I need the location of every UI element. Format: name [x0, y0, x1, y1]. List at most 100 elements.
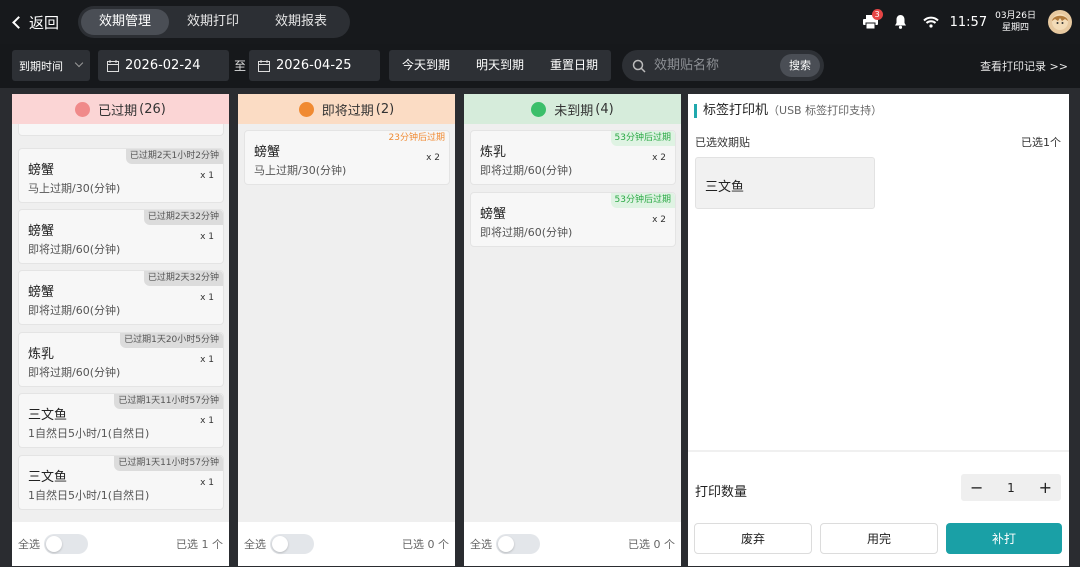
- list-item[interactable]: 三文鱼 1自然日5小时/1(自然日) x 1 已过期1天11小时57分钟: [18, 393, 224, 448]
- item-qty: x 2: [652, 215, 666, 225]
- item-name: 螃蟹: [254, 145, 281, 160]
- expiry-tag: 已过期1天11小时57分钟: [114, 456, 223, 471]
- back-label: 返回: [29, 13, 60, 32]
- item-name: 三文鱼: [28, 408, 68, 423]
- expired-list[interactable]: 螃蟹 马上过期/30(分钟) x 1 已过期2天1小时2分钟 螃蟹 即将过期/6…: [12, 124, 229, 522]
- qty-increment-button[interactable]: +: [1039, 478, 1052, 497]
- item-desc: 即将过期/60(分钟): [480, 164, 573, 177]
- select-all-label: 全选: [18, 538, 40, 551]
- not-expired-column-footer: 全选 已选 0 个: [464, 522, 681, 566]
- reset-date-button[interactable]: 重置日期: [537, 50, 611, 81]
- start-date-input[interactable]: 2026-02-24: [98, 50, 229, 81]
- expiring-count: (2): [375, 101, 395, 117]
- selected-label-card[interactable]: 三文鱼: [695, 157, 875, 209]
- printer-status-button[interactable]: 3: [860, 9, 883, 33]
- user-avatar-icon: [1052, 14, 1068, 30]
- search-button[interactable]: 搜索: [780, 54, 820, 77]
- printer-title: 标签打印机（USB 标签打印支持）: [694, 104, 882, 118]
- item-name: 螃蟹: [480, 207, 507, 222]
- expiry-tag: 已过期2天32分钟: [143, 271, 223, 286]
- qty-decrement-button[interactable]: −: [970, 478, 983, 497]
- not-expired-column: 未到期 (4) 炼乳 即将过期/60(分钟) x 2 53分钟后过期 螃蟹 即将…: [464, 94, 681, 566]
- view-print-log-link[interactable]: 查看打印记录 >>: [980, 58, 1068, 74]
- quantity-stepper: − 1 +: [961, 474, 1061, 501]
- calendar-check-icon: [531, 101, 547, 117]
- expiry-tag: 已过期2天1小时2分钟: [125, 149, 223, 164]
- expired-column-footer: 全选 已选 1 个: [12, 522, 229, 566]
- expiring-list[interactable]: 螃蟹 马上过期/30(分钟) x 2 23分钟后过期: [238, 124, 455, 522]
- discard-button[interactable]: 废弃: [694, 523, 812, 554]
- tab-expiry-management[interactable]: 效期管理: [81, 9, 170, 35]
- search-input[interactable]: [654, 58, 774, 73]
- top-bar: 返回 效期管理 效期打印 效期报表 3 11:57 03月26日 星期四: [0, 0, 1080, 44]
- start-date-value: 2026-02-24: [125, 58, 201, 73]
- expired-column-header: 已过期 (26): [12, 94, 229, 124]
- expired-status-icon: [75, 101, 91, 117]
- qty-value[interactable]: 1: [1007, 481, 1015, 495]
- bell-icon: [895, 15, 907, 29]
- item-qty: x 1: [200, 232, 214, 242]
- weekday-text: 星期四: [1002, 23, 1030, 33]
- expiry-tag: 已过期1天11小时57分钟: [114, 394, 223, 409]
- item-desc: 马上过期/30(分钟): [28, 182, 121, 195]
- printer-name: 标签打印机: [703, 103, 769, 118]
- item-desc: 即将过期/60(分钟): [480, 226, 573, 239]
- expiry-tag: 已过期2天32分钟: [143, 210, 223, 225]
- item-desc: 即将过期/60(分钟): [28, 304, 121, 317]
- chevron-down-icon: [74, 58, 84, 68]
- avatar[interactable]: [1048, 10, 1072, 34]
- list-item[interactable]: 螃蟹 即将过期/60(分钟) x 1 已过期2天32分钟: [18, 270, 224, 325]
- wifi-icon: [922, 16, 939, 28]
- item-desc: 1自然日5小时/1(自然日): [28, 489, 150, 502]
- not-expired-list[interactable]: 炼乳 即将过期/60(分钟) x 2 53分钟后过期 螃蟹 即将过期/60(分钟…: [464, 124, 681, 522]
- list-item[interactable]: 螃蟹 即将过期/60(分钟) x 1 已过期2天32分钟: [18, 209, 224, 264]
- item-qty: x 1: [200, 355, 214, 365]
- list-item[interactable]: [18, 124, 224, 136]
- tomorrow-expire-button[interactable]: 明天到期: [463, 50, 537, 81]
- wifi-status: [920, 11, 942, 33]
- select-all-label: 全选: [244, 538, 266, 551]
- item-desc: 即将过期/60(分钟): [28, 243, 121, 256]
- item-name: 螃蟹: [28, 224, 55, 239]
- print-qty-label: 打印数量: [695, 485, 748, 500]
- printer-subtitle: （USB 标签打印支持）: [768, 104, 883, 117]
- list-item[interactable]: 炼乳 即将过期/60(分钟) x 2 53分钟后过期: [470, 130, 676, 185]
- list-item[interactable]: 螃蟹 马上过期/30(分钟) x 1 已过期2天1小时2分钟: [18, 148, 224, 203]
- reprint-button[interactable]: 补打: [946, 523, 1062, 554]
- item-desc: 马上过期/30(分钟): [254, 164, 347, 177]
- search-icon: [632, 59, 646, 73]
- selected-label-name: 三文鱼: [705, 180, 745, 195]
- list-item[interactable]: 螃蟹 即将过期/60(分钟) x 2 53分钟后过期: [470, 192, 676, 247]
- expired-column: 已过期 (26) 螃蟹 马上过期/30(分钟) x 1 已过期2天1小时2分钟 …: [12, 94, 229, 566]
- item-desc: 1自然日5小时/1(自然日): [28, 427, 150, 440]
- tab-expiry-report[interactable]: 效期报表: [257, 9, 345, 35]
- select-all-toggle[interactable]: [44, 534, 88, 554]
- list-item[interactable]: 三文鱼 1自然日5小时/1(自然日) x 1 已过期1天11小时57分钟: [18, 455, 224, 510]
- calendar-icon: [258, 59, 270, 72]
- expired-title: 已过期: [98, 103, 138, 119]
- today-expire-button[interactable]: 今天到期: [389, 50, 463, 81]
- list-item[interactable]: 炼乳 即将过期/60(分钟) x 1 已过期1天20小时5分钟: [18, 332, 224, 387]
- used-up-button[interactable]: 用完: [820, 523, 938, 554]
- main-tabs: 效期管理 效期打印 效期报表: [78, 6, 350, 38]
- select-all-toggle[interactable]: [270, 534, 314, 554]
- tab-expiry-print[interactable]: 效期打印: [169, 9, 257, 35]
- hourglass-icon: [298, 101, 314, 117]
- end-date-input[interactable]: 2026-04-25: [249, 50, 380, 81]
- end-date-value: 2026-04-25: [276, 58, 352, 73]
- select-all-toggle[interactable]: [496, 534, 540, 554]
- expiring-soon-column: 即将过期 (2) 螃蟹 马上过期/30(分钟) x 2 23分钟后过期 全选 已…: [238, 94, 455, 566]
- expired-count: (26): [139, 101, 166, 117]
- selected-count: 已选 1 个: [176, 538, 223, 551]
- date-display: 03月26日 星期四: [995, 10, 1036, 34]
- back-button[interactable]: 返回: [10, 10, 59, 34]
- item-name: 螃蟹: [28, 285, 55, 300]
- notification-button[interactable]: [890, 11, 912, 33]
- item-name: 三文鱼: [28, 470, 68, 485]
- system-status: 3 11:57 03月26日 星期四: [860, 0, 1080, 44]
- list-item[interactable]: 螃蟹 马上过期/30(分钟) x 2 23分钟后过期: [244, 130, 450, 185]
- date-text: 03月26日: [995, 11, 1036, 21]
- date-type-select[interactable]: 到期时间: [12, 50, 90, 81]
- select-all-label: 全选: [470, 538, 492, 551]
- expiry-tag: 53分钟后过期: [610, 193, 675, 208]
